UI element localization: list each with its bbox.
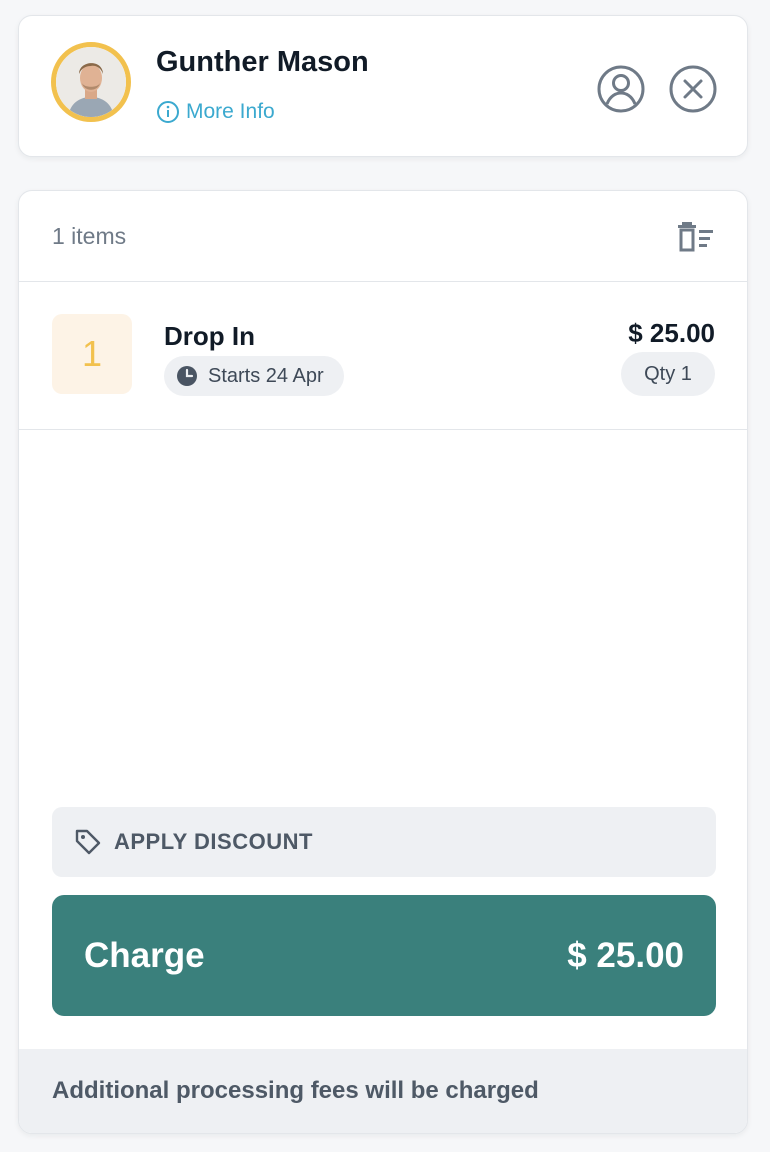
customer-name: Gunther Mason [156,46,369,78]
more-info-link[interactable]: More Info [156,100,275,124]
charge-button[interactable]: Charge $ 25.00 [52,895,716,1016]
profile-button[interactable] [596,64,646,114]
cart-header: 1 items [19,191,747,282]
tag-icon [75,829,101,855]
items-count: 1 items [52,223,127,249]
apply-discount-label: APPLY DISCOUNT [114,829,313,854]
quantity-pill[interactable]: Qty 1 [621,352,715,396]
close-circle-icon [669,65,717,113]
info-circle-icon [157,101,179,123]
trash-list-icon [678,222,713,252]
cart-card: 1 items 1 Drop In Starts 24 Apr $ 25.00 … [18,190,748,1134]
quantity-badge: 1 [52,314,132,394]
avatar[interactable] [51,42,131,122]
apply-discount-button[interactable]: APPLY DISCOUNT [52,807,716,877]
cart-line-item[interactable]: 1 Drop In Starts 24 Apr $ 25.00 Qty 1 [19,282,747,430]
user-photo [56,47,126,117]
user-circle-icon [597,65,645,113]
more-info-label: More Info [186,100,275,123]
clock-icon [177,366,197,386]
charge-amount: $ 25.00 [567,935,684,975]
item-name: Drop In [164,321,255,351]
close-button[interactable] [668,64,718,114]
customer-card: Gunther Mason More Info [18,15,748,157]
item-price: $ 25.00 [628,318,715,348]
start-date-pill: Starts 24 Apr [164,356,344,396]
charge-label: Charge [84,935,205,975]
processing-fees-note: Additional processing fees will be charg… [19,1049,747,1133]
start-date-label: Starts 24 Apr [208,364,324,387]
clear-cart-button[interactable] [677,221,715,253]
